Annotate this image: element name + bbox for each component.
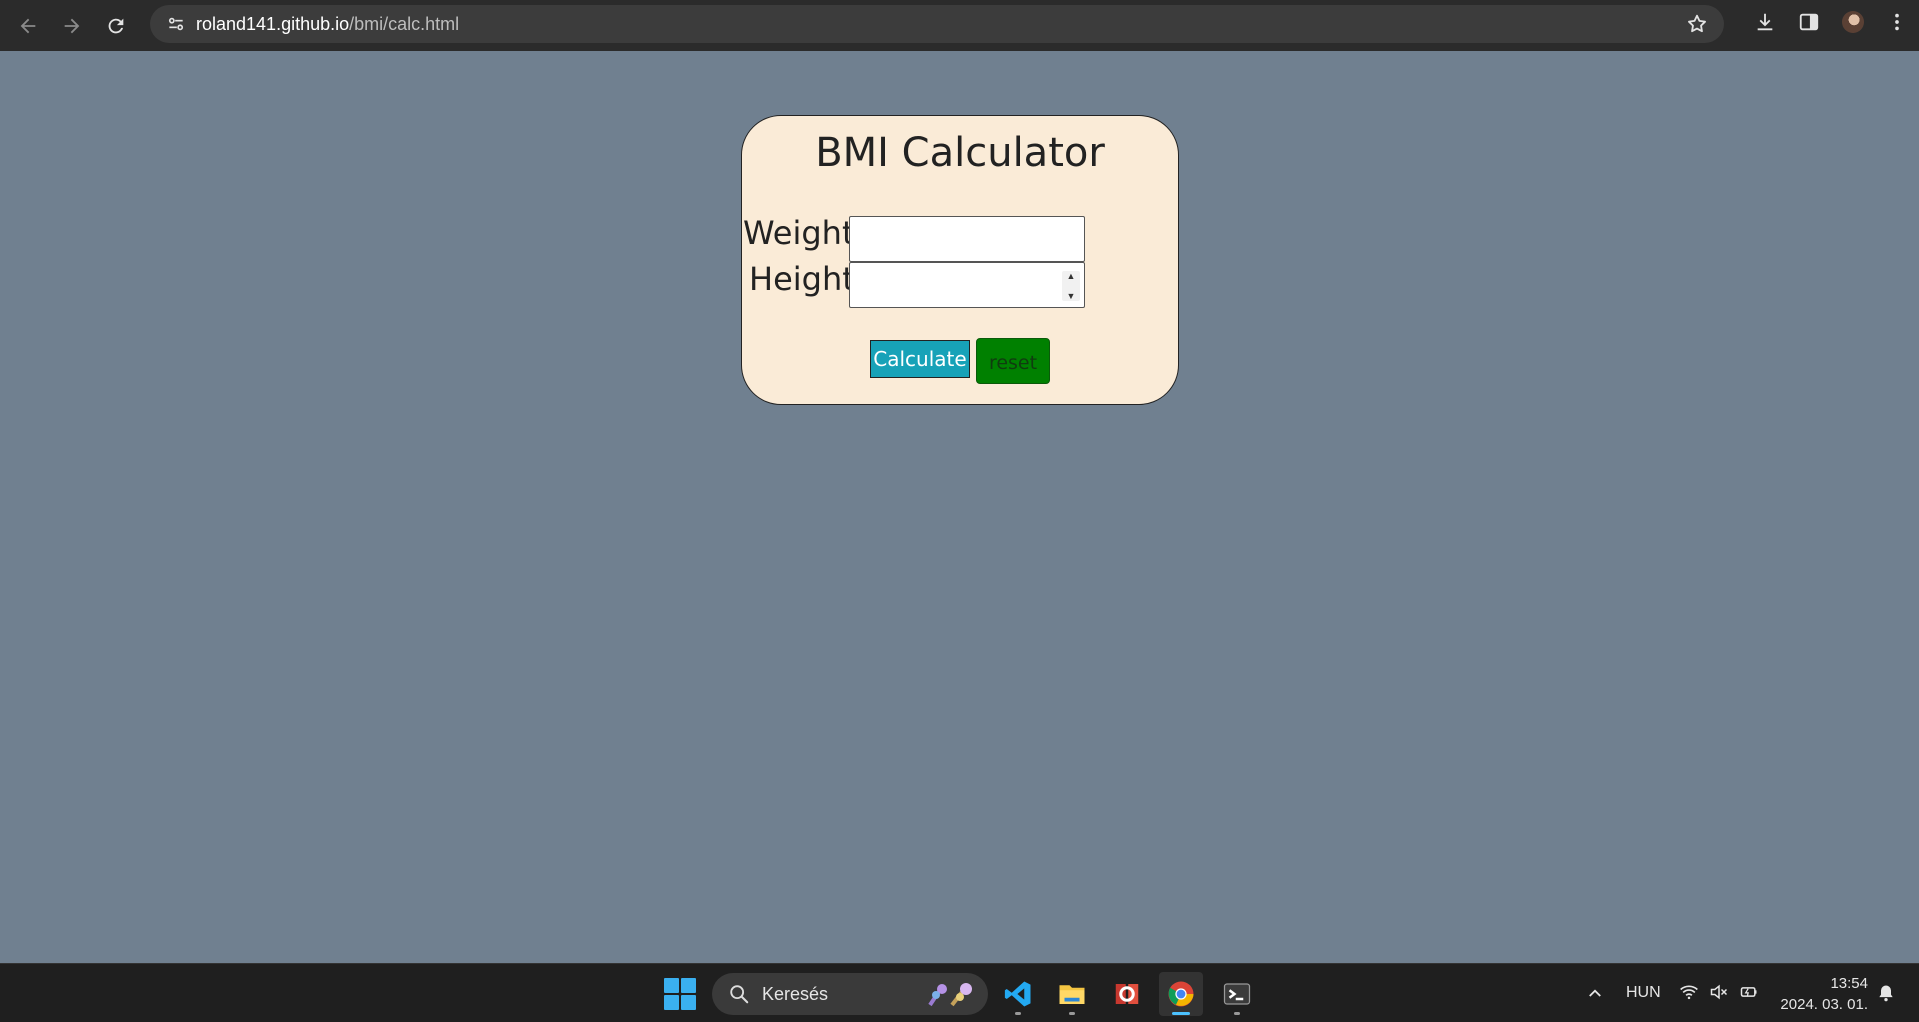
profile-avatar[interactable]: [1831, 0, 1875, 44]
address-bar[interactable]: roland141.github.io/bmi/calc.html: [150, 5, 1724, 43]
number-spinner[interactable]: ▲ ▼: [1062, 271, 1080, 301]
forward-arrow-icon: [64, 18, 80, 33]
reload-button[interactable]: [94, 4, 138, 48]
spinner-up-icon[interactable]: ▲: [1067, 271, 1076, 281]
downloads-icon[interactable]: [1743, 0, 1787, 44]
taskbar-search[interactable]: Keresés: [712, 973, 988, 1015]
page-title: BMI Calculator: [815, 130, 1105, 176]
chrome-icon[interactable]: [1159, 972, 1203, 1016]
clock[interactable]: 13:54 2024. 03. 01.: [1778, 973, 1868, 1015]
back-button[interactable]: [6, 4, 50, 48]
menu-kebab-icon[interactable]: [1875, 0, 1919, 44]
battery-icon[interactable]: [1738, 981, 1760, 1003]
office-icon[interactable]: [1105, 972, 1149, 1016]
language-indicator[interactable]: HUN: [1626, 984, 1661, 1002]
bmi-calculator-card: BMI Calculator Weight: Height: ▲ ▼ Calcu…: [741, 115, 1179, 405]
vscode-icon[interactable]: [996, 972, 1040, 1016]
url-path: /bmi/calc.html: [349, 13, 460, 34]
forward-button[interactable]: [50, 4, 94, 48]
height-input[interactable]: ▲ ▼: [849, 262, 1085, 308]
terminal-icon[interactable]: [1215, 972, 1259, 1016]
taskbar: Keresés HUN 13:54 2024. 03. 01.: [0, 963, 1919, 1022]
notification-bell-icon[interactable]: [1876, 983, 1896, 1003]
weight-label: Weight:: [743, 214, 866, 252]
search-placeholder: Keresés: [762, 983, 829, 1004]
browser-toolbar: roland141.github.io/bmi/calc.html: [0, 0, 1919, 51]
windows-start-icon[interactable]: [664, 978, 696, 1010]
avatar: [1842, 11, 1864, 33]
side-panel-icon[interactable]: [1787, 0, 1831, 44]
search-icon: [730, 985, 749, 1004]
wifi-icon[interactable]: [1678, 981, 1700, 1003]
url-text: roland141.github.io/bmi/calc.html: [196, 14, 459, 35]
weight-input[interactable]: [849, 216, 1085, 262]
url-host: roland141.github.io: [196, 13, 350, 34]
clock-time: 13:54: [1830, 975, 1868, 992]
reload-icon: [108, 18, 124, 33]
search-highlight-icon: [928, 983, 972, 1007]
back-arrow-icon: [20, 18, 36, 33]
calculate-button[interactable]: Calculate: [870, 340, 970, 378]
speaker-muted-icon[interactable]: [1708, 981, 1730, 1003]
system-tray[interactable]: [1678, 981, 1760, 1003]
clock-date: 2024. 03. 01.: [1780, 996, 1868, 1013]
reset-button[interactable]: reset: [976, 338, 1050, 384]
site-info-icon[interactable]: [156, 14, 196, 34]
bookmark-star-icon[interactable]: [1686, 13, 1708, 35]
chevron-up-icon[interactable]: [1586, 984, 1604, 1002]
spinner-down-icon[interactable]: ▼: [1067, 291, 1076, 301]
toolbar-right: [1743, 0, 1919, 44]
file-explorer-icon[interactable]: [1050, 972, 1094, 1016]
